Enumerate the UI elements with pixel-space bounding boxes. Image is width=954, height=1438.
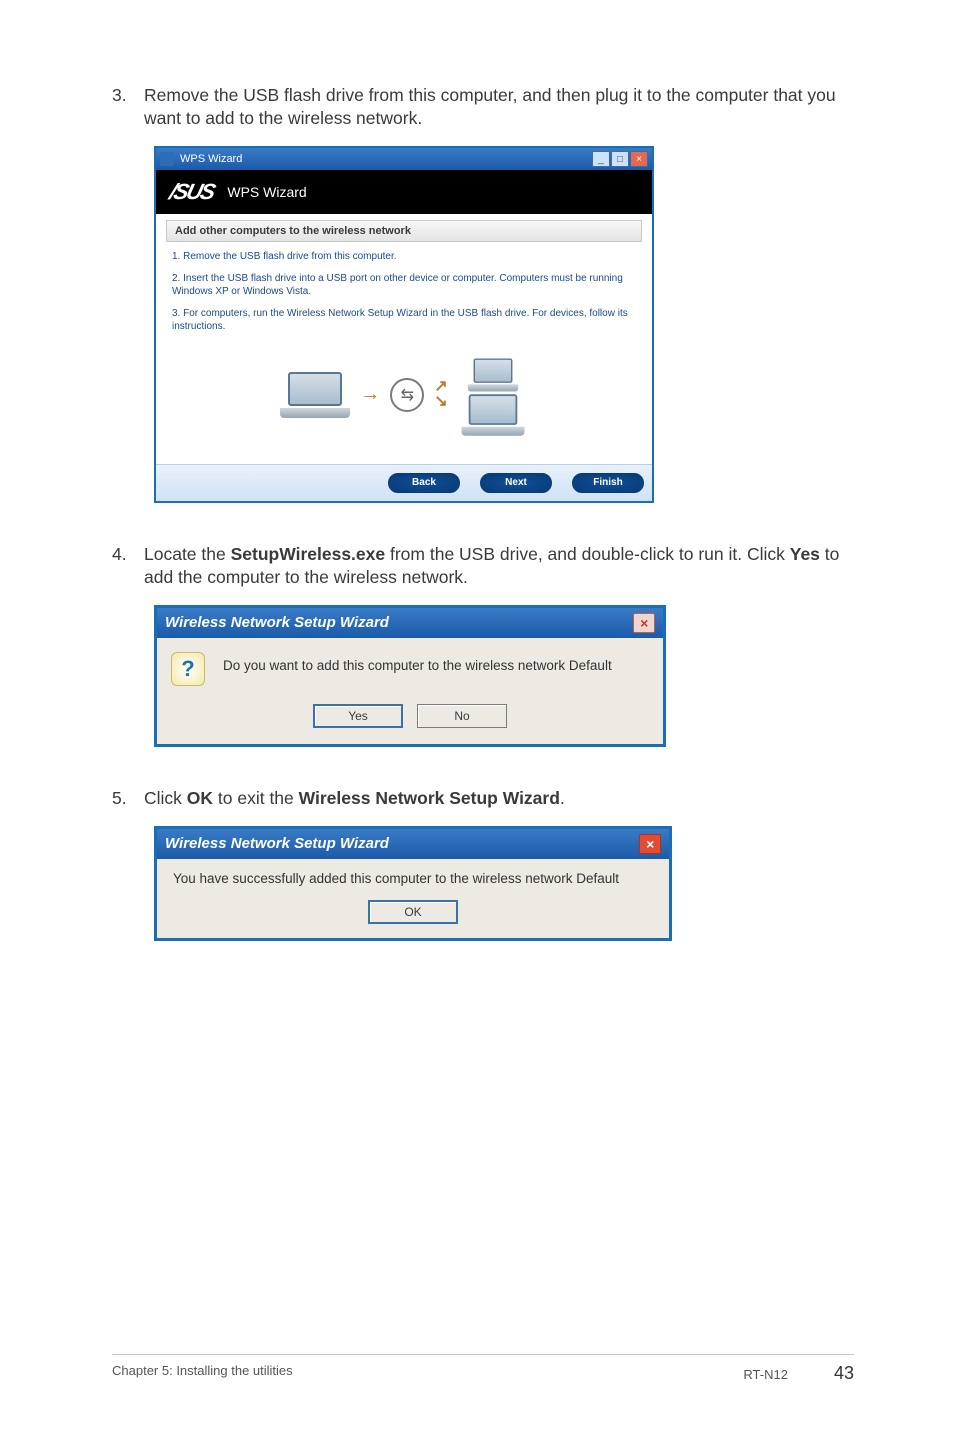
yes-button[interactable]: Yes (313, 704, 403, 728)
wizard-body: 1. Remove the USB flash drive from this … (166, 242, 642, 334)
asus-logo: /SUS (167, 179, 217, 205)
bold-text: OK (187, 788, 213, 808)
text: to exit the (213, 788, 299, 808)
ok-button[interactable]: OK (368, 900, 458, 924)
confirm-dialog: Wireless Network Setup Wizard × ? Do you… (154, 605, 666, 747)
close-button[interactable]: × (639, 834, 661, 854)
laptop-icon (461, 394, 524, 435)
dialog-title: Wireless Network Setup Wizard (165, 835, 389, 852)
bold-text: Yes (790, 544, 820, 564)
laptop-icon (280, 372, 350, 418)
app-icon (160, 152, 174, 166)
step-text: Click OK to exit the Wireless Network Se… (144, 787, 565, 810)
wps-wizard-window: WPS Wizard _ □ × /SUS WPS Wizard Add oth… (154, 146, 654, 503)
wizard-line-3: 3. For computers, run the Wireless Netwo… (172, 307, 636, 334)
dialog-message: You have successfully added this compute… (157, 859, 669, 892)
footer-model: RT-N12 (743, 1367, 788, 1382)
footer-left: Chapter 5: Installing the utilities (112, 1363, 293, 1384)
wizard-line-2: 2. Insert the USB flash drive into a USB… (172, 272, 636, 299)
dialog-titlebar: Wireless Network Setup Wizard × (157, 829, 669, 859)
close-button[interactable]: × (630, 151, 648, 167)
close-button[interactable]: × (633, 613, 655, 633)
text: . (560, 788, 565, 808)
step-text: Locate the SetupWireless.exe from the US… (144, 543, 858, 589)
button-row: Back Next Finish (156, 464, 652, 501)
text: from the USB drive, and double-click to … (385, 544, 790, 564)
section-heading: Add other computers to the wireless netw… (166, 220, 642, 242)
page-number: 43 (834, 1363, 854, 1384)
step-number: 4. (112, 543, 134, 566)
dialog-title: Wireless Network Setup Wizard (165, 614, 389, 631)
next-button[interactable]: Next (480, 473, 552, 493)
maximize-button[interactable]: □ (611, 151, 629, 167)
illustration: → ⇆ ↗ ↘ (166, 342, 642, 452)
bold-text: Wireless Network Setup Wizard (299, 788, 560, 808)
step-number: 3. (112, 84, 134, 107)
dialog-titlebar: Wireless Network Setup Wizard × (157, 608, 663, 638)
no-button[interactable]: No (417, 704, 507, 728)
minimize-button[interactable]: _ (592, 151, 610, 167)
window-title: WPS Wizard (180, 153, 242, 165)
bold-text: SetupWireless.exe (231, 544, 386, 564)
finish-button[interactable]: Finish (572, 473, 644, 493)
arrow-icon: ↘ (434, 395, 447, 409)
page-footer: Chapter 5: Installing the utilities RT-N… (112, 1354, 854, 1384)
brand-bar: /SUS WPS Wizard (156, 170, 652, 214)
laptop-icon (468, 358, 518, 391)
step-number: 5. (112, 787, 134, 810)
router-icon: ⇆ (390, 378, 424, 412)
wizard-line-1: 1. Remove the USB flash drive from this … (172, 250, 636, 264)
step-text: Remove the USB flash drive from this com… (144, 84, 858, 130)
question-icon: ? (171, 652, 205, 686)
success-dialog: Wireless Network Setup Wizard × You have… (154, 826, 672, 941)
wizard-title: WPS Wizard (227, 184, 306, 200)
back-button[interactable]: Back (388, 473, 460, 493)
titlebar: WPS Wizard _ □ × (156, 148, 652, 170)
dialog-message: Do you want to add this computer to the … (223, 652, 612, 673)
arrow-icon: → (360, 383, 380, 406)
text: Locate the (144, 544, 231, 564)
text: Click (144, 788, 187, 808)
